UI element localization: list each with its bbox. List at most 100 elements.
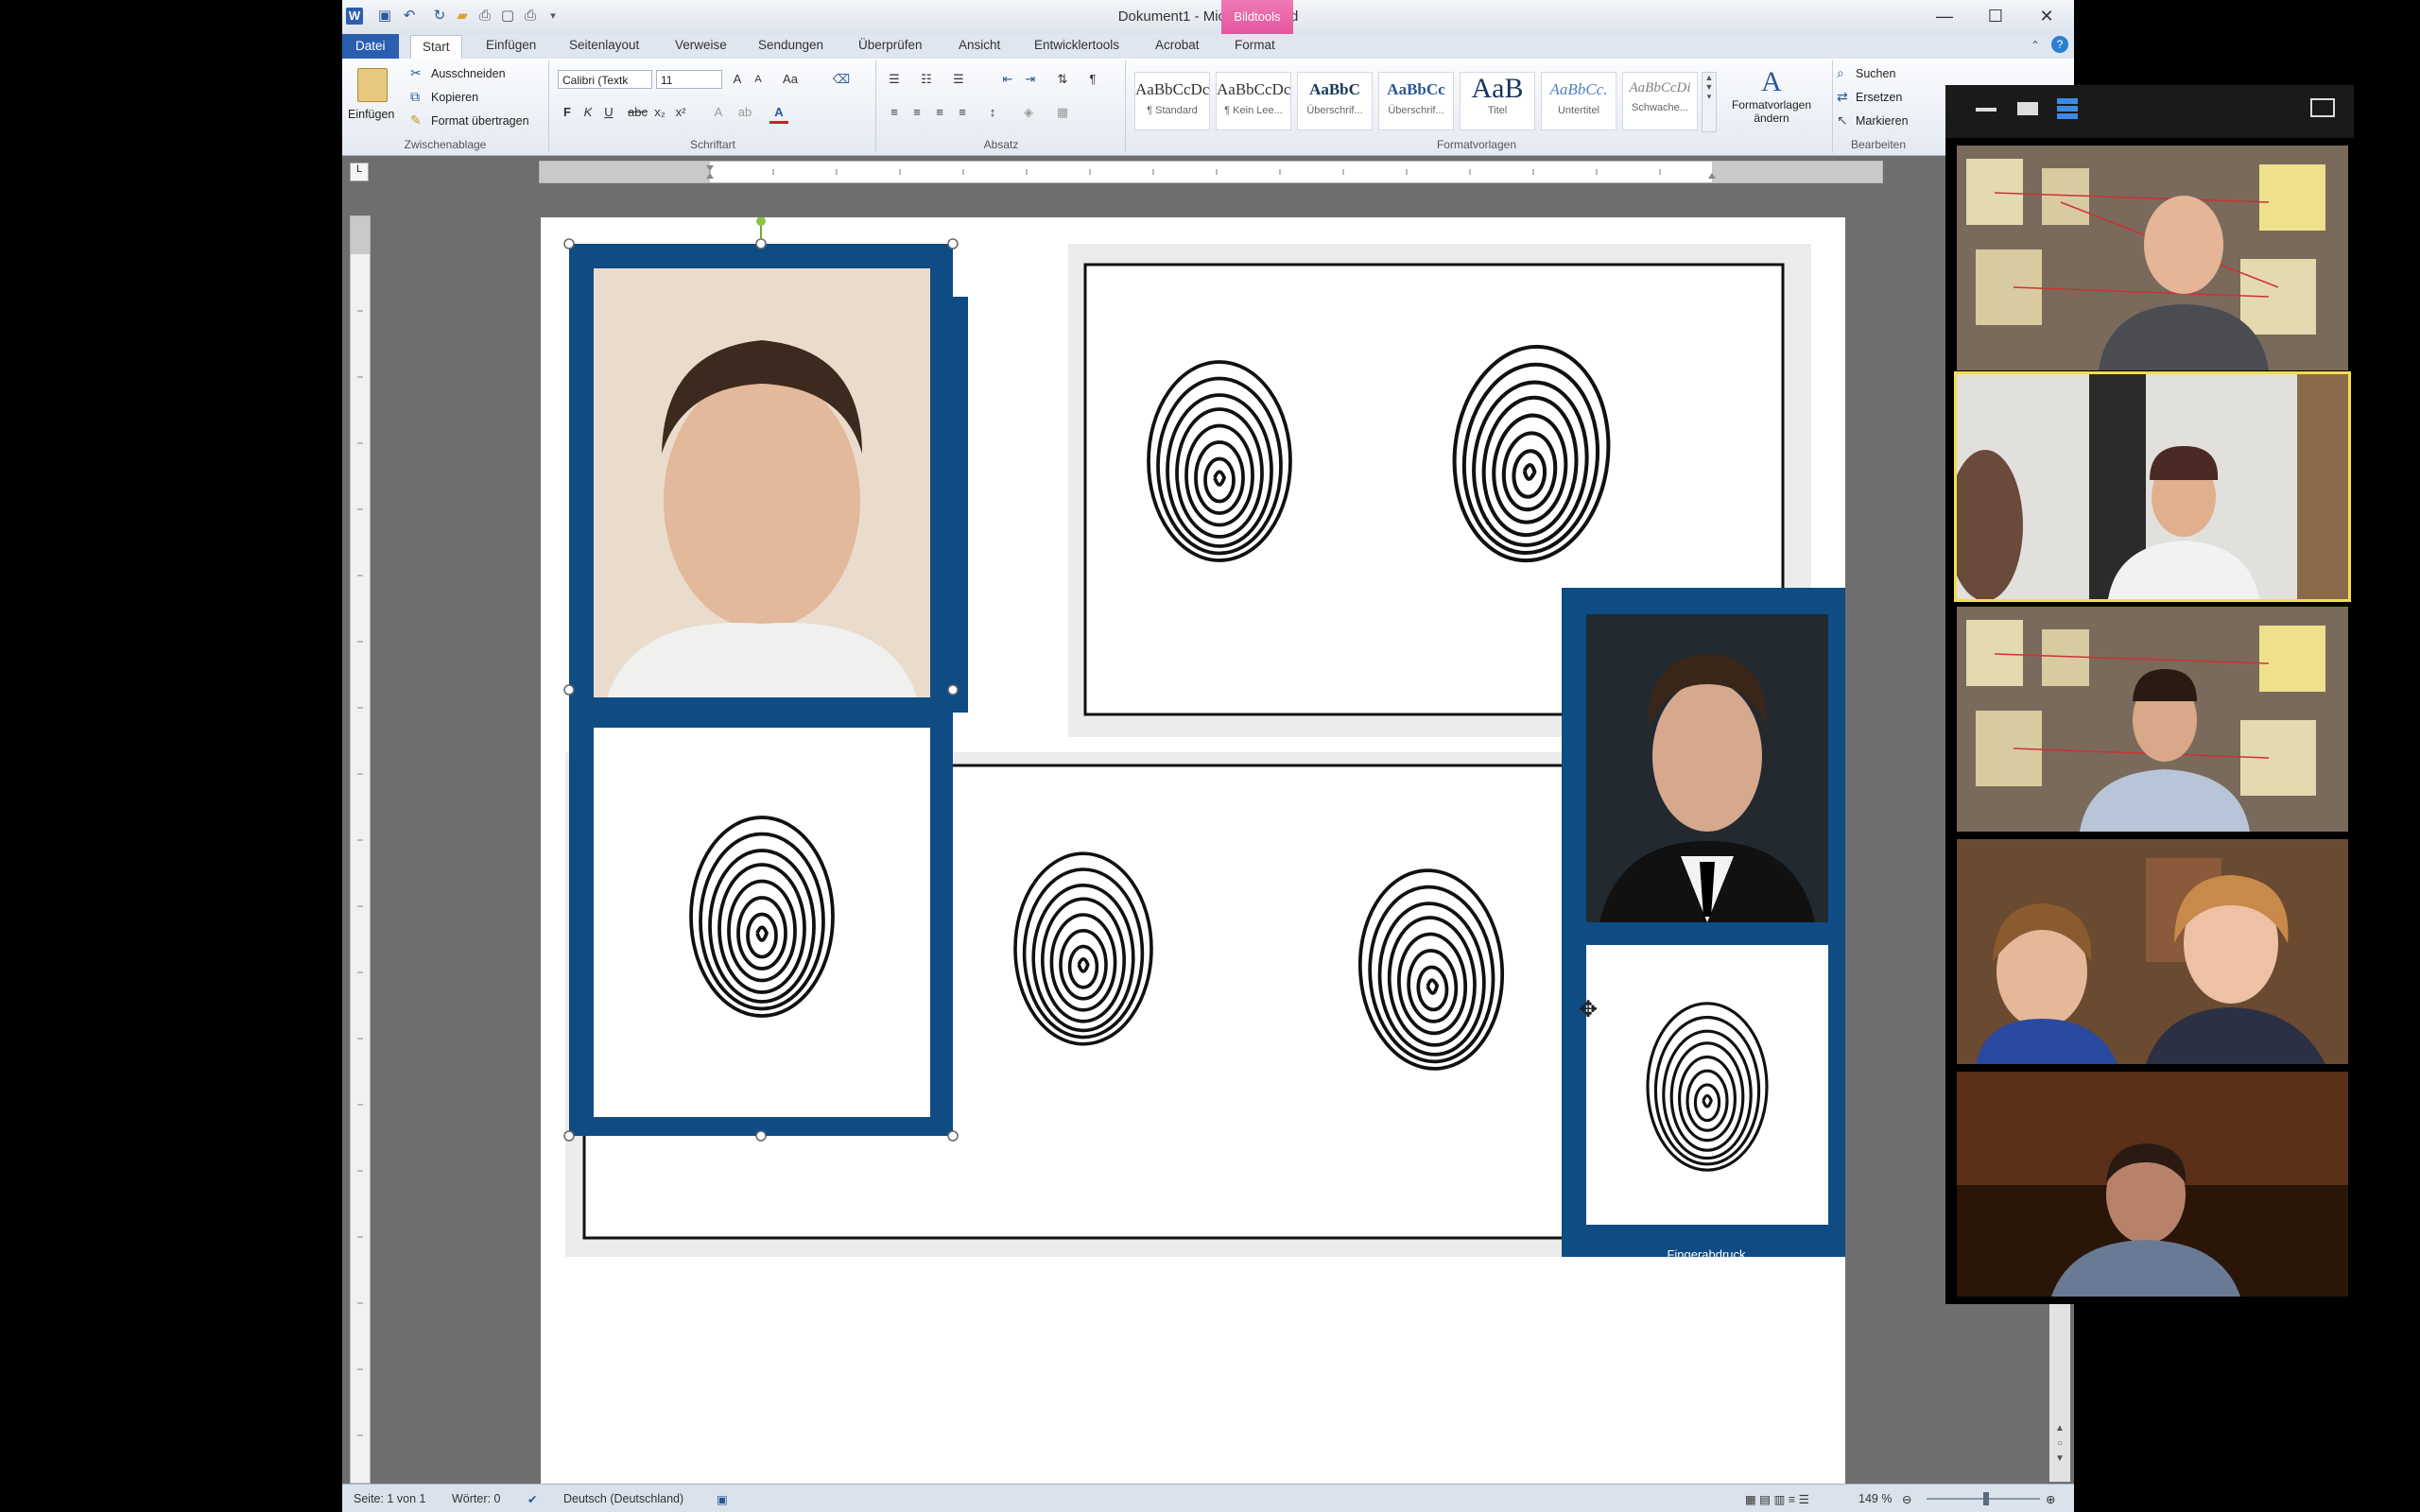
align-right-icon[interactable]: ≡ xyxy=(930,104,949,121)
style-no-spacing[interactable]: AaBbCcDc ¶ Kein Lee... xyxy=(1216,72,1291,130)
styles-scroll-icon[interactable]: ▲ ▼ ▾ xyxy=(1702,72,1717,132)
fingerprint-panel-left xyxy=(594,728,930,1117)
help-icon[interactable]: ? xyxy=(2051,36,2068,53)
zoom-level[interactable]: 149 % xyxy=(1858,1492,1892,1505)
superscript-icon[interactable]: x² xyxy=(671,104,690,121)
numbering-icon[interactable]: ☷ xyxy=(917,71,936,88)
clear-format-icon[interactable]: ⌫ xyxy=(832,71,851,88)
video-tile[interactable] xyxy=(1957,1072,2348,1297)
paste-button[interactable]: Einfügen xyxy=(348,108,394,121)
picture-tools-context-tab: Bildtools xyxy=(1221,0,1293,34)
speaker-view-icon[interactable] xyxy=(2017,102,2038,115)
face-shape xyxy=(1652,680,1762,832)
line-spacing-icon[interactable]: ↕ xyxy=(983,104,1002,121)
group-clipboard: Einfügen ✂ Ausschneiden ⧉ Kopieren ✎ For… xyxy=(342,60,549,153)
shading-icon[interactable]: ◈ xyxy=(1019,104,1038,121)
gallery-view-icon[interactable] xyxy=(2057,98,2078,119)
tab-selector-icon[interactable]: L xyxy=(350,163,369,181)
change-case-icon[interactable]: Aa xyxy=(781,71,800,88)
ribbon-collapse-icon[interactable]: ⌃ xyxy=(2031,39,2040,52)
zoom-in-icon[interactable]: ⊕ xyxy=(2046,1492,2055,1506)
pilcrow-icon[interactable]: ¶ xyxy=(1083,71,1102,88)
sort-icon[interactable]: ⇅ xyxy=(1053,71,1072,88)
increase-indent-icon[interactable]: ⇥ xyxy=(1021,71,1040,88)
subscript-icon[interactable]: x₂ xyxy=(650,104,669,121)
group-font: Calibri (Textk 11 A A Aa ⌫ F K U abc x₂ … xyxy=(550,60,876,153)
tab-entwicklertools[interactable]: Entwicklertools xyxy=(1034,38,1119,52)
macro-record-icon[interactable]: ▣ xyxy=(717,1492,728,1506)
tab-sendungen[interactable]: Sendungen xyxy=(758,38,823,52)
zoom-out-icon[interactable]: ⊖ xyxy=(1902,1492,1911,1506)
page-count[interactable]: Seite: 1 von 1 xyxy=(354,1492,425,1505)
rotate-handle-knob[interactable] xyxy=(756,217,766,226)
video-tile[interactable] xyxy=(1957,146,2348,370)
style-heading-1[interactable]: AaBbC Überschrif... xyxy=(1297,72,1373,130)
select-button[interactable]: Markieren xyxy=(1856,114,1909,128)
justify-icon[interactable]: ≡ xyxy=(953,104,972,121)
tab-seitenlayout[interactable]: Seitenlayout xyxy=(569,38,639,52)
style-standard[interactable]: AaBbCcDc ¶ Standard xyxy=(1134,72,1210,130)
exit-fullscreen-icon[interactable] xyxy=(2310,98,2335,117)
zoom-slider-thumb[interactable] xyxy=(1983,1492,1989,1505)
video-tile[interactable] xyxy=(1957,839,2348,1064)
horizontal-ruler[interactable] xyxy=(539,161,1883,183)
tab-start[interactable]: Start xyxy=(410,35,462,60)
align-left-icon[interactable]: ≡ xyxy=(885,104,904,121)
tab-datei[interactable]: Datei xyxy=(342,34,399,59)
style-name: Überschrif... xyxy=(1306,105,1363,116)
font-color-icon[interactable]: A xyxy=(769,104,788,124)
text-effects-icon[interactable]: A xyxy=(709,104,728,121)
word-count[interactable]: Wörter: 0 xyxy=(452,1492,500,1505)
document-page[interactable]: Fingerabdruck ✥ xyxy=(541,217,1845,1484)
bullets-icon[interactable]: ☰ xyxy=(885,71,904,88)
tab-ueberpruefen[interactable]: Überprüfen xyxy=(858,38,923,52)
tab-einfuegen[interactable]: Einfügen xyxy=(486,38,536,52)
close-icon[interactable]: ✕ xyxy=(2025,4,2068,28)
language-indicator[interactable]: Deutsch (Deutschland) xyxy=(563,1492,683,1505)
borders-icon[interactable]: ▦ xyxy=(1053,104,1072,121)
grow-font-icon[interactable]: A xyxy=(728,71,747,88)
multilevel-list-icon[interactable]: ☰ xyxy=(949,71,968,88)
vertical-ruler[interactable] xyxy=(350,215,371,1484)
minimize-icon[interactable]: — xyxy=(1923,4,1966,28)
change-styles-button[interactable]: A Formatvorlagen ändern xyxy=(1724,66,1819,125)
style-name: Titel xyxy=(1487,105,1508,116)
style-subtle-emphasis[interactable]: AaBbCcDi Schwache... xyxy=(1622,72,1698,130)
style-heading-2[interactable]: AaBbCc Überschrif... xyxy=(1378,72,1454,130)
maximize-icon[interactable]: ☐ xyxy=(1974,4,2017,28)
copy-button[interactable]: Kopieren xyxy=(431,91,478,104)
style-subtitle[interactable]: AaBbCc. Untertitel xyxy=(1541,72,1616,130)
group-styles: AaBbCcDc ¶ Standard AaBbCcDc ¶ Kein Lee...… xyxy=(1127,60,2072,153)
minimize-gallery-icon[interactable] xyxy=(1976,108,1996,112)
tab-ansicht[interactable]: Ansicht xyxy=(959,38,1000,52)
find-button[interactable]: Suchen xyxy=(1856,67,1895,80)
view-buttons-icon[interactable]: ▦ ▤ ▥ ≡ ☰ xyxy=(1745,1492,1809,1506)
underline-button[interactable]: U xyxy=(599,104,618,121)
strikethrough-icon[interactable]: abc xyxy=(628,104,648,121)
font-name-combo[interactable]: Calibri (Textk xyxy=(558,70,652,89)
title-bar: W ▣ ↶ ↻ ▰ ⎙ ▢ ⎙ ▾ Dokument1 - Microsoft … xyxy=(342,0,2074,34)
tab-verweise[interactable]: Verweise xyxy=(675,38,727,52)
page-nav-icons[interactable]: ▲ ○ ▼ xyxy=(2051,1421,2068,1478)
format-painter-button[interactable]: Format übertragen xyxy=(431,114,529,128)
font-size-combo[interactable]: 11 xyxy=(656,70,722,89)
cut-button[interactable]: Ausschneiden xyxy=(431,67,506,80)
decrease-indent-icon[interactable]: ⇤ xyxy=(998,71,1017,88)
video-tile[interactable] xyxy=(1957,607,2348,832)
scissors-icon: ✂ xyxy=(410,65,422,80)
replace-button[interactable]: Ersetzen xyxy=(1856,91,1902,104)
align-center-icon[interactable]: ≡ xyxy=(908,104,926,121)
style-title[interactable]: AaB Titel xyxy=(1460,72,1535,130)
style-name: ¶ Kein Lee... xyxy=(1224,105,1283,116)
proofing-icon[interactable]: ✔ xyxy=(527,1492,537,1506)
tab-format[interactable]: Format xyxy=(1235,38,1275,52)
tab-acrobat[interactable]: Acrobat xyxy=(1155,38,1200,52)
group-paragraph: ☰ ☷ ☰ ⇤ ⇥ ⇅ ¶ ≡ ≡ ≡ ≡ ↕ ◈ ▦ Absatz xyxy=(877,60,1126,153)
paste-icon[interactable] xyxy=(357,68,388,102)
bold-button[interactable]: F xyxy=(558,104,577,121)
shrink-font-icon[interactable]: A xyxy=(749,71,768,88)
highlight-icon[interactable]: ab xyxy=(735,104,754,121)
group-label-editing: Bearbeiten xyxy=(1850,138,1907,151)
italic-button[interactable]: K xyxy=(579,104,597,121)
video-tile-active-speaker[interactable] xyxy=(1957,374,2348,599)
